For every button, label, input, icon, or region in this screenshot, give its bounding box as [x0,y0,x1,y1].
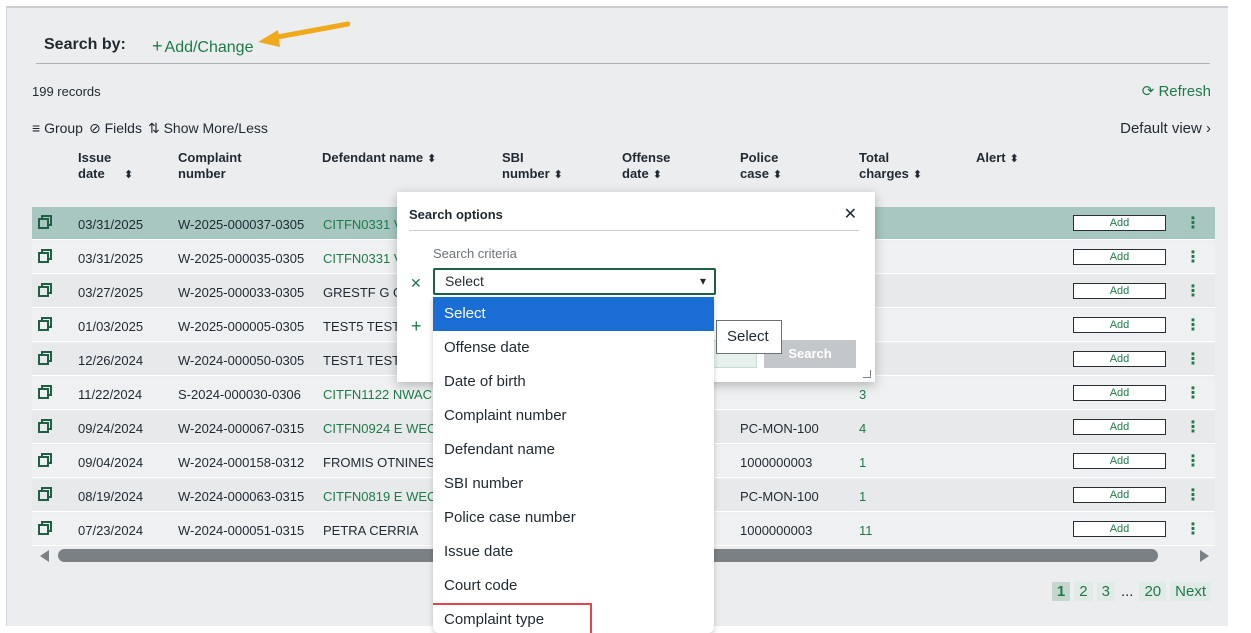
criteria-dropdown-list: Select Offense date Date of birth Compla… [433,297,714,633]
open-record-icon[interactable] [38,351,52,365]
option-defendant-name[interactable]: Defendant name [433,433,714,467]
scroll-left-icon[interactable] [40,550,49,562]
annotation-arrow-icon [258,21,350,47]
col-issue-date[interactable]: Issue date ⬍ [78,150,133,183]
add-button[interactable]: Add [1073,419,1166,435]
refresh-link[interactable]: ⟳ Refresh [1142,82,1211,100]
open-record-icon[interactable] [38,215,52,229]
more-vertical-icon[interactable]: ⋮ [1185,383,1201,403]
close-icon[interactable]: ✕ [844,204,857,224]
add-button[interactable]: Add [1073,283,1166,299]
more-vertical-icon[interactable]: ⋮ [1185,451,1201,471]
option-complaint-number[interactable]: Complaint number [433,399,714,433]
open-record-icon[interactable] [38,487,52,501]
option-complaint-type[interactable]: Complaint type [433,603,592,633]
sort-icon: ⬍ [912,169,923,181]
col-offense-date[interactable]: Offense date ⬍ [622,150,697,183]
dialog-title: Search options [409,207,503,222]
default-view-link[interactable]: Default view › [1120,120,1211,137]
more-vertical-icon[interactable]: ⋮ [1185,519,1201,539]
option-select[interactable]: Select [433,297,714,331]
more-vertical-icon[interactable]: ⋮ [1185,213,1201,233]
col-sbi-number[interactable]: SBI number ⬍ [502,150,563,183]
open-record-icon[interactable] [38,453,52,467]
resize-handle-icon[interactable] [863,370,871,378]
select-tooltip: Select [716,320,782,354]
col-total-charges[interactable]: Total charges ⬍ [859,150,929,183]
page-ellipsis: ... [1120,583,1134,600]
chevron-right-icon: › [1206,120,1211,137]
fields-button[interactable]: ⊘ Fields [89,120,142,137]
col-complaint-number[interactable]: Complaint number [178,150,268,182]
header-divider [36,63,1210,64]
sort-icon: ⬍ [1009,153,1019,165]
open-record-icon[interactable] [38,521,52,535]
hidden-eye-icon: ⊘ [88,120,101,136]
more-vertical-icon[interactable]: ⋮ [1185,281,1201,301]
add-button[interactable]: Add [1073,317,1166,333]
add-button[interactable]: Add [1073,249,1166,265]
col-police-case[interactable]: Police case ⬍ [740,150,805,183]
more-vertical-icon[interactable]: ⋮ [1185,247,1201,267]
open-record-icon[interactable] [38,317,52,331]
option-court-code[interactable]: Court code [433,569,714,603]
sort-icon: ⬍ [553,169,563,181]
option-date-of-birth[interactable]: Date of birth [433,365,714,399]
open-record-icon[interactable] [38,419,52,433]
more-vertical-icon[interactable]: ⋮ [1185,349,1201,369]
option-issue-date[interactable]: Issue date [433,535,714,569]
open-record-icon[interactable] [38,385,52,399]
page-last[interactable]: 20 [1139,582,1167,601]
col-alert[interactable]: Alert ⬍ [976,150,1019,167]
scroll-right-icon[interactable] [1200,550,1209,562]
remove-criteria-icon[interactable]: ✕ [410,275,422,292]
sort-arrows-icon: ⇅ [147,120,160,136]
show-more-button[interactable]: ⇅ Show More/Less [148,120,268,137]
group-button[interactable]: ≡ Group [32,120,83,137]
dialog-divider [409,230,859,231]
page-2[interactable]: 2 [1074,582,1093,601]
add-button[interactable]: Add [1073,487,1166,503]
add-change-label: Add/Change [164,39,254,56]
sort-icon: ⬍ [772,169,783,181]
plus-icon: + [152,36,163,56]
menu-icon: ≡ [32,120,41,136]
page-3[interactable]: 3 [1096,582,1115,601]
add-button[interactable]: Add [1073,385,1166,401]
add-button[interactable]: Add [1073,215,1166,231]
option-police-case-number[interactable]: Police case number [433,501,714,535]
refresh-icon: ⟳ [1141,83,1159,100]
add-button[interactable]: Add [1073,453,1166,469]
table-toolbar: ≡ Group ⊘ Fields ⇅ Show More/Less [32,120,268,137]
more-vertical-icon[interactable]: ⋮ [1185,315,1201,335]
add-button[interactable]: Add [1073,521,1166,537]
open-record-icon[interactable] [38,283,52,297]
add-button[interactable]: Add [1073,351,1166,367]
open-record-icon[interactable] [38,249,52,263]
sort-icon: ⬍ [652,169,662,181]
search-criteria-label: Search criteria [433,246,517,261]
record-count: 199 records [32,84,101,99]
next-button[interactable]: Next [1170,582,1211,601]
sort-icon: ⬍ [124,169,134,181]
search-by-label: Search by: [44,36,126,53]
chevron-down-icon: ▾ [699,274,706,288]
option-offense-date[interactable]: Offense date [433,331,714,365]
pagination: 1 2 3 ... 20 Next [1051,582,1211,601]
col-defendant-name[interactable]: Defendant name ⬍ [322,150,436,167]
add-criteria-icon[interactable]: + [411,316,422,337]
sort-icon: ⬍ [427,153,437,165]
more-vertical-icon[interactable]: ⋮ [1185,485,1201,505]
option-sbi-number[interactable]: SBI number [433,467,714,501]
add-change-link[interactable]: + Add/Change [152,36,253,57]
criteria-select[interactable]: Select ▾ [433,268,716,295]
page-1[interactable]: 1 [1051,582,1071,601]
more-vertical-icon[interactable]: ⋮ [1185,417,1201,437]
